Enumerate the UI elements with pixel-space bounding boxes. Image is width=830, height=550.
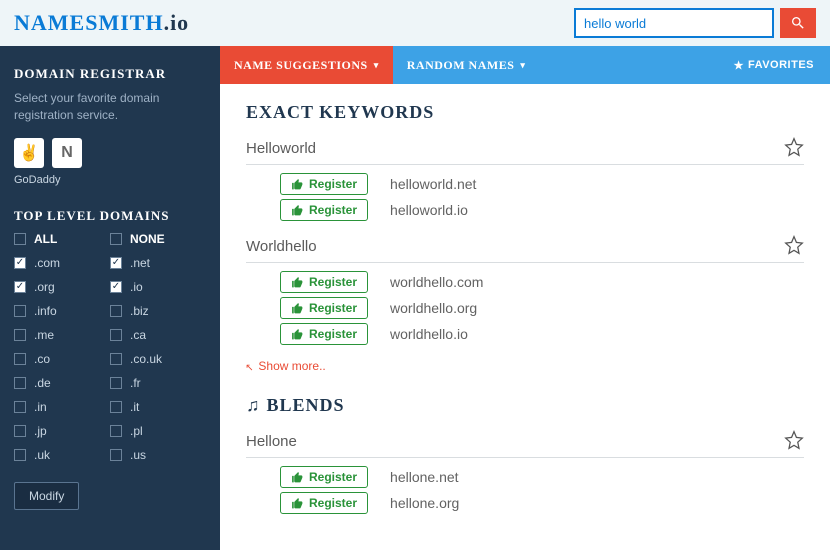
tld-option[interactable]: .me (14, 328, 110, 342)
registrar-heading: DOMAIN REGISTRAR (14, 66, 206, 82)
tld-none[interactable]: NONE (110, 232, 206, 246)
tld-option[interactable]: .co.uk (110, 352, 206, 366)
checkbox-icon (110, 377, 122, 389)
domain-name: helloworld.io (390, 202, 468, 218)
star-icon: ★ (734, 59, 744, 72)
checkbox-icon (14, 281, 26, 293)
checkbox-icon (110, 353, 122, 365)
register-button[interactable]: Register (280, 297, 368, 319)
suggested-name: Worldhello (246, 238, 317, 255)
tld-option[interactable]: .pl (110, 424, 206, 438)
tld-option[interactable]: .co (14, 352, 110, 366)
tabs: NAME SUGGESTIONS▾ RANDOM NAMES▾ ★FAVORIT… (220, 46, 830, 84)
tab-name-suggestions[interactable]: NAME SUGGESTIONS▾ (220, 46, 393, 84)
search-input[interactable] (574, 8, 774, 38)
registrar-selected-label: GoDaddy (14, 174, 206, 186)
domain-row: Register hellone.net (280, 466, 804, 488)
register-button[interactable]: Register (280, 323, 368, 345)
name-header: Helloworld (246, 137, 804, 165)
checkbox-icon (110, 329, 122, 341)
name-header: Hellone (246, 430, 804, 458)
favorite-star[interactable] (784, 137, 804, 160)
domain-row: Register worldhello.org (280, 297, 804, 319)
tld-option[interactable]: .io (110, 280, 206, 294)
music-icon: ♫ (246, 395, 261, 415)
domain-name: helloworld.net (390, 176, 476, 192)
registrar-description: Select your favorite domain registration… (14, 90, 206, 124)
registrar-other[interactable]: N (52, 138, 82, 168)
checkbox-icon (110, 281, 122, 293)
register-button[interactable]: Register (280, 173, 368, 195)
checkbox-icon (110, 257, 122, 269)
domain-name: worldhello.io (390, 326, 468, 342)
suggested-name: Hellone (246, 433, 297, 450)
search-icon (790, 15, 806, 31)
tld-option[interactable]: .ca (110, 328, 206, 342)
header: NAMESMITH.io (0, 0, 830, 46)
checkbox-icon (14, 377, 26, 389)
domain-row: Register hellone.org (280, 492, 804, 514)
domain-row: Register helloworld.net (280, 173, 804, 195)
register-button[interactable]: Register (280, 492, 368, 514)
tld-option[interactable]: .de (14, 376, 110, 390)
name-header: Worldhello (246, 235, 804, 263)
tld-option[interactable]: .biz (110, 304, 206, 318)
search-button[interactable] (780, 8, 816, 38)
domain-name: hellone.net (390, 469, 459, 485)
favorite-star[interactable] (784, 235, 804, 258)
show-more-link[interactable]: Show more.. (246, 359, 804, 373)
suggested-name: Helloworld (246, 140, 316, 157)
domain-row: Register worldhello.com (280, 271, 804, 293)
domain-name: worldhello.org (390, 300, 477, 316)
search-form (574, 8, 816, 38)
register-button[interactable]: Register (280, 271, 368, 293)
checkbox-icon (14, 425, 26, 437)
section-title: ♫BLENDS (246, 395, 804, 416)
tld-option[interactable]: .net (110, 256, 206, 270)
tld-option[interactable]: .com (14, 256, 110, 270)
favorites-link[interactable]: ★FAVORITES (718, 46, 830, 84)
logo[interactable]: NAMESMITH.io (14, 10, 189, 36)
modify-button[interactable]: Modify (14, 482, 79, 510)
registrar-godaddy[interactable]: ✌ (14, 138, 44, 168)
checkbox-icon (110, 425, 122, 437)
domain-row: Register worldhello.io (280, 323, 804, 345)
section-title: EXACT KEYWORDS (246, 102, 804, 123)
checkbox-icon (110, 305, 122, 317)
caret-down-icon: ▾ (374, 60, 379, 71)
content: NAME SUGGESTIONS▾ RANDOM NAMES▾ ★FAVORIT… (220, 46, 830, 550)
results: EXACT KEYWORDS Helloworld Register hellowor… (220, 84, 830, 546)
tld-option[interactable]: .uk (14, 448, 110, 462)
checkbox-icon (14, 305, 26, 317)
domain-name: worldhello.com (390, 274, 483, 290)
domain-name: hellone.org (390, 495, 459, 511)
register-button[interactable]: Register (280, 466, 368, 488)
sidebar: DOMAIN REGISTRAR Select your favorite do… (0, 46, 220, 550)
domain-row: Register helloworld.io (280, 199, 804, 221)
checkbox-icon (14, 353, 26, 365)
tld-option[interactable]: .jp (14, 424, 110, 438)
favorite-star[interactable] (784, 430, 804, 453)
checkbox-icon (110, 401, 122, 413)
tld-option[interactable]: .fr (110, 376, 206, 390)
checkbox-icon (14, 329, 26, 341)
tld-option[interactable]: .org (14, 280, 110, 294)
tld-option[interactable]: .info (14, 304, 110, 318)
tld-heading: TOP LEVEL DOMAINS (14, 208, 206, 224)
caret-down-icon: ▾ (520, 60, 525, 71)
tab-random-names[interactable]: RANDOM NAMES▾ (393, 46, 540, 84)
checkbox-icon (110, 449, 122, 461)
tld-option[interactable]: .in (14, 400, 110, 414)
checkbox-icon (14, 257, 26, 269)
checkbox-icon (14, 401, 26, 413)
tld-option[interactable]: .us (110, 448, 206, 462)
tld-all[interactable]: ALL (14, 232, 110, 246)
checkbox-icon (14, 449, 26, 461)
tld-option[interactable]: .it (110, 400, 206, 414)
register-button[interactable]: Register (280, 199, 368, 221)
